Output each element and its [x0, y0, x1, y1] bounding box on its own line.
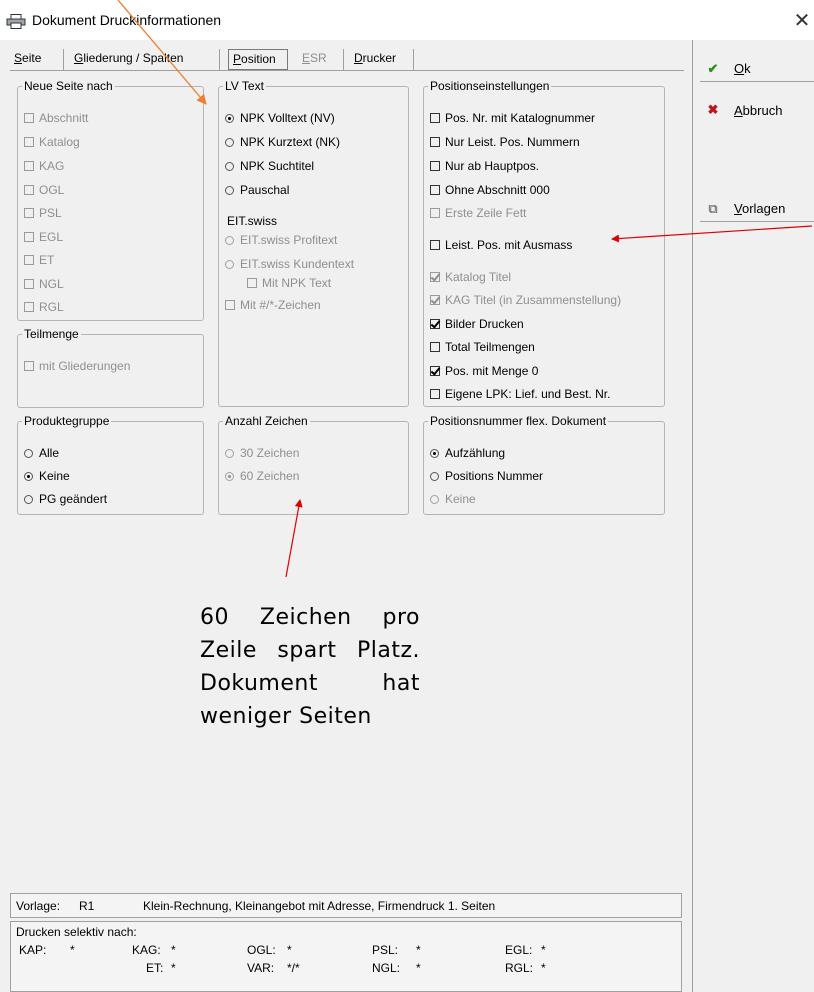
window-title: Dokument Druckinformationen	[32, 12, 222, 28]
filter-egl-value: *	[541, 943, 546, 957]
filter-var-key: VAR:	[247, 961, 275, 975]
radio-30-zeichen[interactable]: 30 Zeichen	[225, 446, 299, 460]
checkbox-ngl[interactable]: NGL	[24, 277, 64, 291]
group-positionsnummer-flex: Positionsnummer flex. Dokument Aufzählun…	[423, 414, 665, 515]
drucken-selektiv-panel: Drucken selektiv nach: KAP: * KAG: * OGL…	[10, 921, 682, 992]
vorlage-description: Klein-Rechnung, Kleinangebot mit Adresse…	[143, 899, 496, 913]
filter-ngl-key: NGL:	[372, 961, 401, 975]
filter-rgl-value: *	[541, 961, 546, 975]
radio-npk-volltext[interactable]: NPK Volltext (NV)	[225, 111, 335, 125]
radio-keine[interactable]: Keine	[430, 492, 476, 506]
tab-gliederung-spalten[interactable]: Gliederung / Spalten	[70, 49, 220, 70]
group-lv-text: LV Text NPK Volltext (NV) NPK Kurztext (…	[218, 79, 409, 407]
radio-npk-kurztext[interactable]: NPK Kurztext (NK)	[225, 135, 340, 149]
filter-ngl-value: *	[416, 961, 421, 975]
tab-seite[interactable]: Seite	[10, 49, 64, 70]
ok-button[interactable]: ✔ Ok	[700, 56, 814, 82]
checkbox-mit-gliederungen[interactable]: mit Gliederungen	[24, 359, 130, 373]
radio-npk-suchtitel[interactable]: NPK Suchtitel	[225, 159, 314, 173]
vorlage-code: R1	[79, 899, 95, 913]
group-legend: Positionseinstellungen	[430, 79, 550, 93]
radio-pg-alle[interactable]: Alle	[24, 446, 59, 460]
filter-var-value: */*	[287, 961, 300, 975]
checkbox-pos-nr-katalognummer[interactable]: Pos. Nr. mit Katalognummer	[430, 111, 595, 125]
title-bar: Dokument Druckinformationen ✕	[0, 0, 814, 40]
filter-rgl-key: RGL:	[505, 961, 534, 975]
filter-kag-key: KAG:	[132, 943, 161, 957]
radio-pg-geaendert[interactable]: PG geändert	[24, 492, 107, 506]
tab-position[interactable]: Position	[228, 49, 288, 70]
checkbox-et[interactable]: ET	[24, 253, 54, 267]
checkbox-psl[interactable]: PSL	[24, 206, 62, 220]
checkbox-katalog[interactable]: Katalog	[24, 135, 80, 149]
group-teilmenge: Teilmenge mit Gliederungen	[17, 327, 204, 408]
eit-swiss-label: EIT.swiss	[227, 214, 278, 228]
vorlage-bar: Vorlage: R1 Klein-Rechnung, Kleinangebot…	[10, 893, 682, 918]
checkbox-egl[interactable]: EGL	[24, 230, 63, 244]
filter-kap-key: KAP:	[19, 943, 47, 957]
filter-egl-key: EGL:	[505, 943, 533, 957]
tab-drucker[interactable]: Drucker	[350, 49, 414, 70]
checkbox-eigene-lpk[interactable]: Eigene LPK: Lief. und Best. Nr.	[430, 387, 610, 401]
drucken-selektiv-title: Drucken selektiv nach:	[16, 925, 137, 939]
close-button[interactable]: ✕	[790, 8, 814, 34]
checkbox-kag-titel[interactable]: KAG Titel (in Zusammenstellung)	[430, 293, 621, 307]
checkbox-mit-zeichen[interactable]: Mit #/*-Zeichen	[225, 298, 321, 312]
cross-icon: ✖	[707, 102, 719, 117]
filter-kag-value: *	[171, 943, 176, 957]
radio-eit-kundentext[interactable]: EIT.swiss Kundentext	[225, 257, 354, 271]
checkbox-total-teilmengen[interactable]: Total Teilmengen	[430, 340, 535, 354]
group-legend: LV Text	[225, 79, 264, 93]
checkbox-nur-ab-hauptpos[interactable]: Nur ab Hauptpos.	[430, 159, 539, 173]
radio-positions-nummer[interactable]: Positions Nummer	[430, 469, 543, 483]
checkmark-icon: ✔	[707, 60, 719, 76]
tab-esr[interactable]: ESR	[298, 49, 344, 70]
filter-psl-value: *	[416, 943, 421, 957]
filter-ogl-value: *	[287, 943, 292, 957]
checkbox-katalog-titel[interactable]: Katalog Titel	[430, 270, 511, 284]
vorlagen-button[interactable]: ⧉ Vorlagen	[700, 196, 814, 222]
annotation-text: 60 Zeichen pro Zeile spart Platz. Dokume…	[200, 605, 420, 729]
radio-60-zeichen[interactable]: 60 Zeichen	[225, 469, 299, 483]
checkbox-leist-pos-mit-ausmass[interactable]: Leist. Pos. mit Ausmass	[430, 238, 572, 252]
checkbox-bilder-drucken[interactable]: Bilder Drucken	[430, 317, 524, 331]
filter-psl-key: PSL:	[372, 943, 399, 957]
group-legend: Neue Seite nach	[24, 79, 113, 93]
group-produktegruppe: Produktegruppe Alle Keine PG geändert	[17, 414, 204, 515]
checkbox-mit-npk-text[interactable]: Mit NPK Text	[247, 276, 331, 290]
filter-ogl-key: OGL:	[247, 943, 276, 957]
checkbox-erste-zeile-fett[interactable]: Erste Zeile Fett	[430, 206, 526, 220]
group-legend: Produktegruppe	[24, 414, 110, 428]
group-legend: Positionsnummer flex. Dokument	[430, 414, 607, 428]
vorlage-label: Vorlage:	[16, 899, 61, 913]
group-positionseinstellungen: Positionseinstellungen Pos. Nr. mit Kata…	[423, 79, 665, 407]
group-legend: Anzahl Zeichen	[225, 414, 308, 428]
radio-aufzaehlung[interactable]: Aufzählung	[430, 446, 505, 460]
group-legend: Teilmenge	[24, 327, 79, 341]
checkbox-abschnitt[interactable]: Abschnitt	[24, 111, 88, 125]
checkbox-pos-mit-menge-0[interactable]: Pos. mit Menge 0	[430, 364, 538, 378]
filter-kap-value: *	[70, 943, 75, 957]
printer-icon	[6, 14, 26, 29]
side-divider	[692, 40, 693, 992]
group-anzahl-zeichen: Anzahl Zeichen 30 Zeichen 60 Zeichen	[218, 414, 409, 515]
radio-eit-profitext[interactable]: EIT.swiss Profitext	[225, 233, 337, 247]
templates-icon: ⧉	[708, 200, 718, 216]
checkbox-kag[interactable]: KAG	[24, 159, 64, 173]
group-neue-seite-nach: Neue Seite nach Abschnitt Katalog KAG OG…	[17, 79, 204, 321]
filter-et-value: *	[171, 961, 176, 975]
checkbox-ogl[interactable]: OGL	[24, 183, 64, 197]
checkbox-nur-leist-pos-nummern[interactable]: Nur Leist. Pos. Nummern	[430, 135, 580, 149]
abbruch-button[interactable]: ✖ Abbruch	[700, 97, 814, 123]
filter-et-key: ET:	[146, 961, 164, 975]
checkbox-ohne-abschnitt-000[interactable]: Ohne Abschnitt 000	[430, 183, 550, 197]
radio-pauschal[interactable]: Pauschal	[225, 183, 289, 197]
checkbox-rgl[interactable]: RGL	[24, 300, 64, 314]
radio-pg-keine[interactable]: Keine	[24, 469, 70, 483]
